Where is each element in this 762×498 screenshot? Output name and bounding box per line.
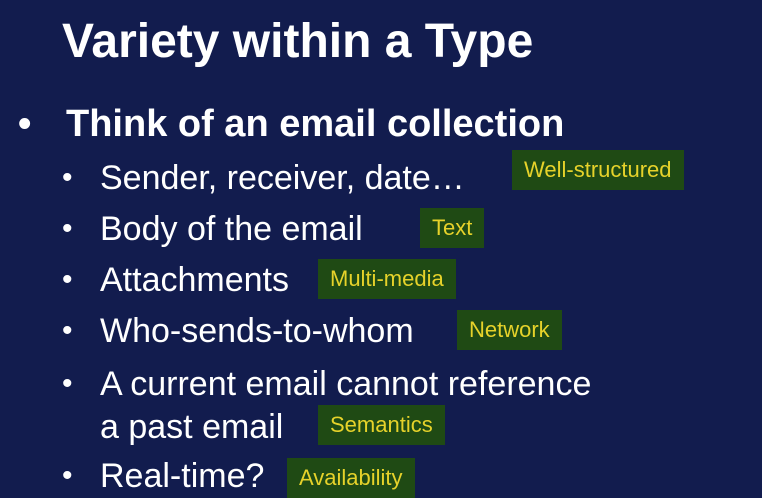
bullet-icon: • — [62, 212, 73, 245]
main-bullet-text: Think of an email collection — [66, 103, 565, 145]
list-item-text: Sender, receiver, date… — [100, 159, 465, 197]
category-tag: Network — [457, 310, 562, 350]
list-item-text: Who-sends-to-whom — [100, 312, 414, 350]
bullet-icon: • — [62, 263, 73, 296]
bullet-icon: • — [62, 161, 73, 194]
category-tag: Well-structured — [512, 150, 684, 190]
list-item-text: Real-time? — [100, 457, 265, 495]
list-item-text: Body of the email — [100, 210, 363, 248]
bullet-icon: • — [62, 314, 73, 347]
category-tag: Semantics — [318, 405, 445, 445]
category-tag: Text — [420, 208, 485, 248]
list-item-text: a past email — [100, 408, 284, 446]
bullet-icon: • — [18, 103, 32, 145]
slide: Variety within a Type • Think of an emai… — [0, 0, 762, 498]
bullet-icon: • — [62, 459, 73, 492]
list-item-text: Attachments — [100, 261, 289, 299]
category-tag: Availability — [287, 458, 415, 498]
list-item-text: A current email cannot reference — [100, 365, 592, 403]
bullet-icon: • — [62, 367, 73, 400]
slide-title: Variety within a Type — [62, 15, 534, 68]
category-tag: Multi-media — [318, 259, 456, 299]
